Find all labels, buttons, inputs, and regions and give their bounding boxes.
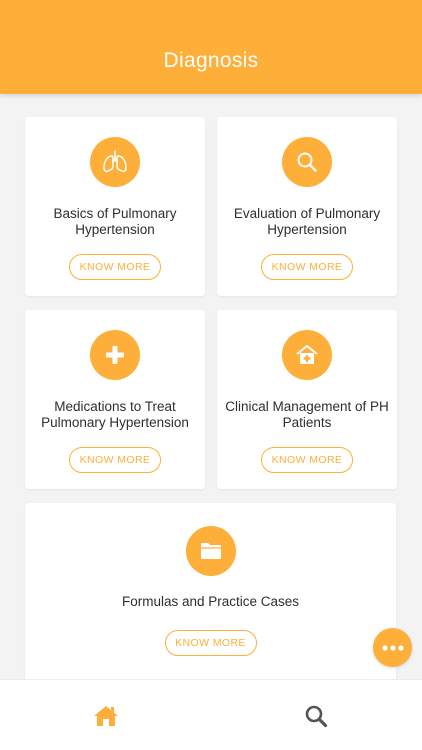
search-icon bbox=[305, 705, 328, 728]
card-evaluation[interactable]: Evaluation of Pulmonary Hypertension KNO… bbox=[217, 117, 397, 296]
know-more-button[interactable]: KNOW MORE bbox=[261, 447, 353, 473]
app-header: Diagnosis bbox=[0, 0, 422, 94]
card-title: Formulas and Practice Cases bbox=[121, 594, 300, 609]
search-icon bbox=[282, 137, 332, 187]
card-title: Medications to Treat Pulmonary Hypertens… bbox=[41, 399, 189, 430]
know-more-button[interactable]: KNOW MORE bbox=[69, 254, 161, 280]
nav-search[interactable] bbox=[302, 702, 330, 730]
plus-icon bbox=[90, 330, 140, 380]
more-dots-icon bbox=[381, 644, 404, 651]
folder-icon bbox=[185, 526, 236, 576]
card-medications[interactable]: Medications to Treat Pulmonary Hypertens… bbox=[25, 310, 205, 489]
know-more-button[interactable]: KNOW MORE bbox=[261, 254, 353, 280]
bottom-navigation bbox=[0, 679, 422, 750]
know-more-button[interactable]: KNOW MORE bbox=[69, 447, 161, 473]
lungs-icon bbox=[90, 137, 140, 187]
know-more-button[interactable]: KNOW MORE bbox=[164, 630, 257, 656]
page-title: Diagnosis bbox=[163, 49, 259, 72]
more-options-button[interactable] bbox=[373, 628, 412, 667]
hospital-icon bbox=[282, 330, 332, 380]
card-title: Basics of Pulmonary Hypertension bbox=[53, 206, 177, 237]
home-icon bbox=[94, 706, 118, 726]
nav-home[interactable] bbox=[92, 702, 120, 730]
card-formulas[interactable]: Formulas and Practice Cases KNOW MORE bbox=[25, 503, 396, 693]
card-title: Clinical Management of PH Patients bbox=[225, 399, 389, 430]
card-clinical-management[interactable]: Clinical Management of PH Patients KNOW … bbox=[217, 310, 397, 489]
card-title: Evaluation of Pulmonary Hypertension bbox=[233, 206, 381, 237]
card-basics[interactable]: Basics of Pulmonary Hypertension KNOW MO… bbox=[25, 117, 205, 296]
